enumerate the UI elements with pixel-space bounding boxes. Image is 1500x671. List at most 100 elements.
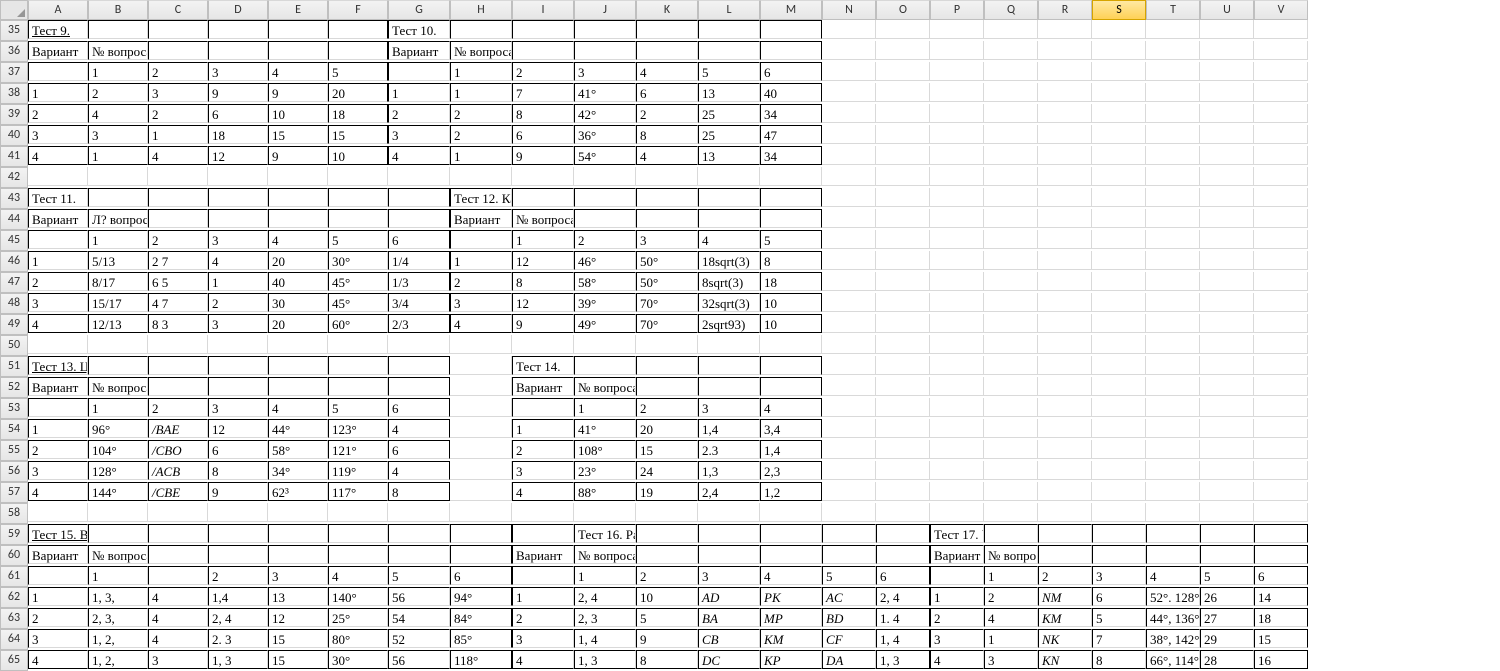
cell-U37[interactable] <box>1200 62 1254 81</box>
cell-E53[interactable]: 4 <box>268 398 328 417</box>
cell-L51[interactable] <box>698 356 760 375</box>
cell-E60[interactable] <box>268 545 328 564</box>
cell-D39[interactable]: 6 <box>208 104 268 123</box>
row-header-41[interactable]: 41 <box>0 146 28 167</box>
cell-C37[interactable]: 2 <box>148 62 208 81</box>
cell-S53[interactable] <box>1092 398 1146 417</box>
cell-F63[interactable]: 25° <box>328 608 388 627</box>
cell-P52[interactable] <box>930 377 984 396</box>
cell-E39[interactable]: 10 <box>268 104 328 123</box>
cell-F59[interactable] <box>328 524 388 543</box>
cell-G53[interactable]: 6 <box>388 398 450 417</box>
cell-D51[interactable] <box>208 356 268 375</box>
cell-B46[interactable]: 5/13 <box>88 251 148 270</box>
cell-J50[interactable] <box>574 335 636 354</box>
cell-F42[interactable] <box>328 167 388 186</box>
cell-O40[interactable] <box>876 125 930 144</box>
cell-K47[interactable]: 50° <box>636 272 698 291</box>
cell-O48[interactable] <box>876 293 930 312</box>
cell-A40[interactable]: 3 <box>28 125 88 144</box>
cell-P35[interactable] <box>930 20 984 39</box>
cell-L55[interactable]: 2.3 <box>698 440 760 459</box>
cell-M65[interactable]: KP <box>760 650 822 669</box>
cell-F54[interactable]: 123° <box>328 419 388 438</box>
cell-U62[interactable]: 26 <box>1200 587 1254 606</box>
col-header-K[interactable]: K <box>636 0 698 20</box>
cell-K63[interactable]: 5 <box>636 608 698 627</box>
cell-M63[interactable]: MP <box>760 608 822 627</box>
cell-D65[interactable]: 1, 3 <box>208 650 268 669</box>
cell-C65[interactable]: 3 <box>148 650 208 669</box>
cell-A65[interactable]: 4 <box>28 650 88 669</box>
cell-H58[interactable] <box>450 503 512 522</box>
cell-V58[interactable] <box>1254 503 1308 522</box>
cell-Q64[interactable]: 1 <box>984 629 1038 648</box>
cell-H36[interactable]: № вопроса <box>450 41 512 60</box>
cell-F43[interactable] <box>328 188 388 207</box>
cell-M48[interactable]: 10 <box>760 293 822 312</box>
cell-D37[interactable]: 3 <box>208 62 268 81</box>
cell-O60[interactable] <box>876 545 930 564</box>
row-header-45[interactable]: 45 <box>0 230 28 251</box>
cell-E47[interactable]: 40 <box>268 272 328 291</box>
cell-O54[interactable] <box>876 419 930 438</box>
cell-R54[interactable] <box>1038 419 1092 438</box>
cell-F55[interactable]: 121° <box>328 440 388 459</box>
cell-N36[interactable] <box>822 41 876 60</box>
cell-K44[interactable] <box>636 209 698 228</box>
cell-O51[interactable] <box>876 356 930 375</box>
cell-U42[interactable] <box>1200 167 1254 186</box>
cell-E61[interactable]: 3 <box>268 566 328 585</box>
cell-C49[interactable]: 8 3 <box>148 314 208 333</box>
cell-S47[interactable] <box>1092 272 1146 291</box>
cell-B53[interactable]: 1 <box>88 398 148 417</box>
cell-H56[interactable] <box>450 461 512 480</box>
cell-J40[interactable]: 36° <box>574 125 636 144</box>
cell-I52[interactable]: Вариант <box>512 377 574 396</box>
cell-C45[interactable]: 2 <box>148 230 208 249</box>
cell-B60[interactable]: № вопроса <box>88 545 148 564</box>
cell-D60[interactable] <box>208 545 268 564</box>
cell-S42[interactable] <box>1092 167 1146 186</box>
cell-I55[interactable]: 2 <box>512 440 574 459</box>
cell-O37[interactable] <box>876 62 930 81</box>
cell-U41[interactable] <box>1200 146 1254 165</box>
cell-F36[interactable] <box>328 41 388 60</box>
cell-G42[interactable] <box>388 167 450 186</box>
cell-U43[interactable] <box>1200 188 1254 207</box>
cell-N60[interactable] <box>822 545 876 564</box>
cell-S60[interactable] <box>1092 545 1146 564</box>
cell-O61[interactable]: 6 <box>876 566 930 585</box>
cell-D40[interactable]: 18 <box>208 125 268 144</box>
cell-A44[interactable]: Вариант <box>28 209 88 228</box>
cell-Q62[interactable]: 2 <box>984 587 1038 606</box>
cell-P41[interactable] <box>930 146 984 165</box>
cell-I37[interactable]: 2 <box>512 62 574 81</box>
cell-I60[interactable]: Вариант <box>512 545 574 564</box>
cell-V45[interactable] <box>1254 230 1308 249</box>
cell-H45[interactable] <box>450 230 512 249</box>
cell-F52[interactable] <box>328 377 388 396</box>
cell-O57[interactable] <box>876 482 930 501</box>
cell-V40[interactable] <box>1254 125 1308 144</box>
cell-V47[interactable] <box>1254 272 1308 291</box>
cell-C43[interactable] <box>148 188 208 207</box>
cell-K48[interactable]: 70° <box>636 293 698 312</box>
cell-E58[interactable] <box>268 503 328 522</box>
cell-Q48[interactable] <box>984 293 1038 312</box>
cell-R65[interactable]: KN <box>1038 650 1092 669</box>
cell-L36[interactable] <box>698 41 760 60</box>
cell-D36[interactable] <box>208 41 268 60</box>
cell-D48[interactable]: 2 <box>208 293 268 312</box>
cell-S36[interactable] <box>1092 41 1146 60</box>
cell-P44[interactable] <box>930 209 984 228</box>
cell-E56[interactable]: 34° <box>268 461 328 480</box>
cell-M43[interactable] <box>760 188 822 207</box>
cell-P47[interactable] <box>930 272 984 291</box>
cell-B56[interactable]: 128° <box>88 461 148 480</box>
cell-T43[interactable] <box>1146 188 1200 207</box>
cell-V56[interactable] <box>1254 461 1308 480</box>
cell-J49[interactable]: 49° <box>574 314 636 333</box>
cell-J63[interactable]: 2, 3 <box>574 608 636 627</box>
cell-E57[interactable]: 62³ <box>268 482 328 501</box>
